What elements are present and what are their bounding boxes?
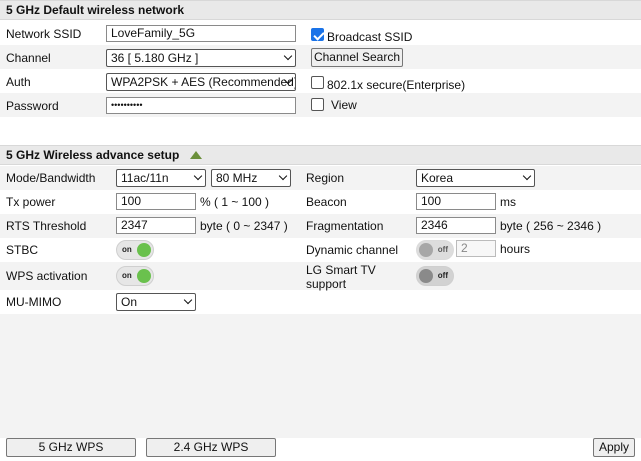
collapse-arrow-icon[interactable]	[190, 151, 202, 159]
mu-mimo-label: MU-MIMO	[6, 295, 62, 309]
rts-threshold-input[interactable]: 2347	[116, 217, 196, 234]
lg-smart-tv-label-line2: support	[306, 277, 347, 291]
bandwidth-select[interactable]: 80 MHz	[211, 169, 291, 187]
secure-8021x-label: 802.1x secure(Enterprise)	[327, 78, 466, 92]
region-label: Region	[306, 171, 345, 185]
chevron-down-icon	[283, 51, 293, 61]
beacon-input[interactable]: 100	[416, 193, 496, 210]
fragmentation-hint: byte ( 256 ~ 2346 )	[500, 219, 602, 233]
section-title-default-network: 5 GHz Default wireless network	[0, 0, 641, 20]
fragmentation-input[interactable]: 2346	[416, 217, 496, 234]
network-ssid-input[interactable]: LoveFamily_5G	[106, 25, 296, 42]
channel-label: Channel	[6, 51, 51, 65]
stbc-toggle-state: on	[122, 245, 132, 254]
wps-activation-toggle[interactable]: on	[116, 266, 154, 286]
password-input[interactable]: ••••••••••	[106, 97, 296, 114]
mu-mimo-select[interactable]: On	[116, 293, 196, 311]
view-password-label: View	[331, 98, 357, 112]
broadcast-ssid-checkbox[interactable]	[311, 28, 324, 41]
beacon-unit: ms	[500, 195, 516, 209]
auth-select-value: WPA2PSK + AES (Recommended)	[111, 75, 296, 89]
wps-5ghz-button[interactable]: 5 GHz WPS	[6, 438, 136, 457]
region-select-value: Korea	[421, 171, 454, 185]
wps-activation-label: WPS activation	[6, 269, 88, 283]
stbc-toggle[interactable]: on	[116, 240, 154, 260]
wps-activation-toggle-state: on	[122, 271, 132, 280]
network-ssid-label: Network SSID	[6, 27, 82, 41]
toggle-knob	[137, 269, 151, 283]
channel-select[interactable]: 36 [ 5.180 GHz ]	[106, 49, 296, 67]
dynamic-channel-label: Dynamic channel	[306, 243, 399, 257]
beacon-label: Beacon	[306, 195, 347, 209]
channel-search-button[interactable]: Channel Search	[311, 48, 403, 67]
dynamic-channel-toggle-state: off	[437, 245, 448, 254]
lg-smart-tv-label: LG Smart TV	[306, 263, 376, 277]
password-label: Password	[6, 99, 59, 113]
bandwidth-select-value: 80 MHz	[216, 171, 258, 185]
toggle-knob	[419, 243, 433, 257]
stbc-label: STBC	[6, 243, 39, 257]
tx-power-hint: % ( 1 ~ 100 )	[200, 195, 270, 209]
dynamic-channel-toggle[interactable]: off	[416, 240, 454, 260]
advance-setup-title: 5 GHz Wireless advance setup	[6, 148, 180, 162]
rts-threshold-label: RTS Threshold	[6, 219, 87, 233]
chevron-down-icon	[183, 295, 193, 305]
mode-select-value: 11ac/11n	[121, 171, 169, 185]
dynamic-channel-hours-input[interactable]: 2	[456, 240, 496, 257]
mode-bandwidth-label: Mode/Bandwidth	[6, 171, 96, 185]
tx-power-label: Tx power	[6, 195, 56, 209]
fragmentation-label: Fragmentation	[306, 219, 384, 233]
mu-mimo-select-value: On	[121, 295, 138, 309]
section-title-advance-setup: 5 GHz Wireless advance setup	[0, 145, 641, 165]
mode-select[interactable]: 11ac/11n	[116, 169, 206, 187]
view-password-checkbox[interactable]	[311, 98, 324, 111]
lg-smart-tv-toggle-state: off	[437, 271, 448, 280]
chevron-down-icon	[522, 171, 532, 181]
secure-8021x-checkbox[interactable]	[311, 76, 324, 89]
broadcast-ssid-label: Broadcast SSID	[327, 30, 413, 44]
region-select[interactable]: Korea	[416, 169, 535, 187]
toggle-knob	[419, 269, 433, 283]
dynamic-channel-unit: hours	[500, 242, 531, 256]
empty-area	[0, 314, 641, 438]
lg-smart-tv-toggle[interactable]: off	[416, 266, 454, 286]
chevron-down-icon	[193, 171, 203, 181]
apply-button[interactable]: Apply	[593, 438, 635, 457]
auth-select[interactable]: WPA2PSK + AES (Recommended)	[106, 73, 296, 91]
toggle-knob	[137, 243, 151, 257]
auth-label: Auth	[6, 75, 31, 89]
channel-select-value: 36 [ 5.180 GHz ]	[111, 51, 199, 65]
tx-power-input[interactable]: 100	[116, 193, 196, 210]
chevron-down-icon	[278, 171, 288, 181]
row-mu-mimo	[0, 290, 641, 314]
rts-threshold-hint: byte ( 0 ~ 2347 )	[200, 219, 288, 233]
wps-24ghz-button[interactable]: 2.4 GHz WPS	[146, 438, 276, 457]
